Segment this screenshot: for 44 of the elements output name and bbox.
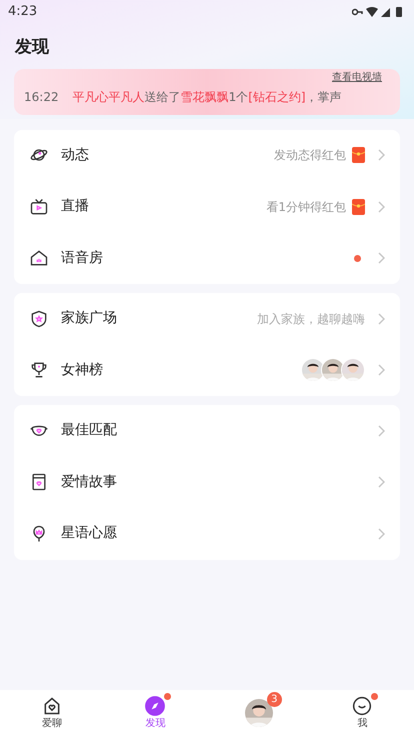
tab-item[interactable]: 我 (310, 690, 414, 736)
menu-label: 语音房 (61, 248, 104, 268)
compass-icon (145, 696, 166, 716)
page-title: 发现 (14, 36, 50, 59)
chevron-right-icon (377, 476, 385, 488)
envelope-icon (352, 198, 365, 215)
row-hint: 加入家族，越聊越嗨 (257, 310, 365, 328)
tab-item[interactable]: 发现 (104, 690, 207, 736)
menu-item[interactable]: 女神榜 (14, 344, 400, 396)
chevron-right-icon (377, 312, 385, 325)
chevron-right-icon (377, 424, 385, 437)
menu-item[interactable]: 爱情故事 (14, 456, 400, 508)
chevron-right-icon (377, 200, 385, 213)
menu-label: 最佳匹配 (61, 421, 118, 440)
tab-item[interactable]: 爱聊 (0, 690, 104, 736)
envelope-icon (352, 147, 365, 164)
menu-label: 直播 (61, 197, 90, 216)
menu-item[interactable]: 动态 发动态得红包 (14, 130, 400, 181)
chevron-right-icon (377, 149, 385, 162)
menu-label: 星语心愿 (61, 524, 118, 544)
menu-label: 爱情故事 (61, 472, 118, 492)
menu-label: 动态 (61, 146, 90, 165)
menu-item[interactable]: 家族广场 加入家族，越聊越嗨 (14, 293, 400, 344)
status-time: 4:23 (8, 3, 38, 22)
tv-icon (29, 196, 49, 217)
row-hint: 发动态得红包 (274, 147, 346, 164)
home-icon (42, 696, 62, 716)
chevron-right-icon (377, 252, 385, 264)
shield-icon (29, 308, 49, 329)
chevron-right-icon (377, 364, 385, 376)
trophy-icon (29, 360, 49, 380)
menu-label: 家族广场 (61, 309, 118, 328)
unread-badge: 3 (266, 692, 282, 707)
gift-message: 16:22 平凡心平凡人送给了 雪花飘飘1个[钻石之约]，掌声 (24, 88, 343, 106)
house-icon (29, 248, 49, 268)
menu-item[interactable]: 语音房 (14, 232, 400, 284)
tv-wall-link[interactable]: 查看电视墙 (332, 70, 382, 84)
menu-item[interactable]: 星语心愿 (14, 508, 400, 560)
smile-icon (352, 696, 372, 716)
menu-label: 女神榜 (61, 360, 104, 380)
row-hint: 看1分钟得红包 (266, 198, 346, 216)
menu-item[interactable]: 直播 看1分钟得红包 (14, 181, 400, 232)
menu-item[interactable]: 最佳匹配 (14, 405, 400, 456)
chevron-right-icon (377, 528, 385, 540)
